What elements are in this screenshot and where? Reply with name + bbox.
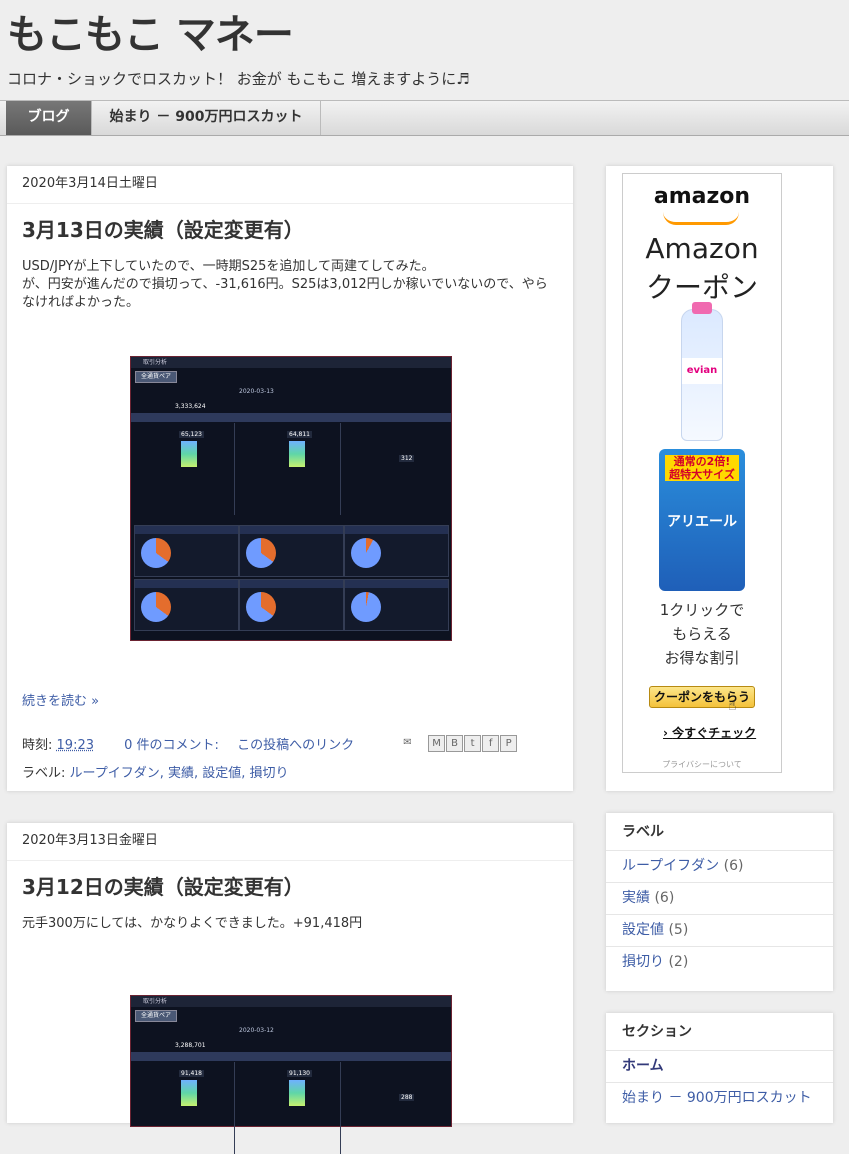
widget-title: セクション — [606, 1013, 833, 1051]
amazon-coupon-ad[interactable]: amazon Amazon クーポン evian 通常の2倍! 超特大サイズ アリエ… — [622, 173, 782, 773]
ad-text-line: 1クリックで — [659, 601, 745, 619]
swap-value: 312 — [399, 455, 415, 462]
profit-bar — [181, 441, 197, 467]
profit-bar — [181, 1080, 197, 1106]
amazon-smile-icon — [663, 212, 739, 225]
twitter-icon[interactable]: t — [464, 735, 482, 752]
pie-panel — [239, 579, 344, 631]
pie-chart — [141, 538, 171, 568]
profit-value: 64,811 — [287, 431, 312, 438]
chart-panel: 288 — [343, 1062, 446, 1154]
pie-chart — [351, 592, 381, 622]
pie-panel — [239, 525, 344, 577]
pie-chart — [246, 538, 276, 568]
label-item[interactable]: 設定値 (5) — [606, 915, 833, 947]
screenshot-titlebar: 取引分析 — [131, 996, 451, 1007]
chart-panel: 91,418 — [131, 1062, 235, 1154]
ad-headline-2: クーポン — [645, 271, 758, 304]
post-paragraph: USD/JPYが上下していたので、一時期S25を追加して両建てしてみた。 — [22, 259, 435, 274]
tab-blog[interactable]: ブログ — [6, 101, 91, 135]
post-body: USD/JPYが上下していたので、一時期S25を追加して両建てしてみた。 が、円… — [22, 258, 557, 312]
email-post-icon[interactable]: ✉ — [400, 735, 415, 750]
facebook-icon[interactable]: f — [482, 735, 500, 752]
share-buttons: ✉ MBtfP — [400, 735, 518, 754]
chart-panel: 312 — [343, 423, 446, 515]
chart-panel: 64,811 — [237, 423, 341, 515]
analysis-date: 2020-03-13 — [239, 388, 274, 395]
post-body: 元手300万にしては、かなりよくできました。+91,418円 — [22, 915, 557, 933]
profit-bar — [289, 1080, 305, 1106]
section-item-home[interactable]: ホーム — [606, 1051, 833, 1083]
ad-headline: Amazon — [645, 232, 759, 265]
chart-panel: 91,130 — [237, 1062, 341, 1154]
blog-post: 2020年3月14日土曜日 3月13日の実績（設定変更有） USD/JPYが上下… — [7, 166, 573, 791]
pie-panel — [134, 525, 239, 577]
profit-value: 65,123 — [179, 431, 204, 438]
pie-chart — [141, 592, 171, 622]
section-widget: セクション ホーム 始まり － 900万円ロスカット — [606, 1013, 833, 1123]
detergent-pack-image: 通常の2倍! 超特大サイズ アリエール — [659, 449, 745, 591]
post-date: 2020年3月13日金曜日 — [7, 823, 573, 861]
account-balance: 3,333,624 — [175, 403, 206, 410]
post-time-link[interactable]: 19:23 — [57, 738, 94, 753]
currency-pair-button: 全通貨ペア — [135, 371, 177, 383]
post-paragraph: 元手300万にしては、かなりよくできました。+91,418円 — [22, 916, 363, 931]
privacy-link[interactable]: プライバシーについて — [623, 759, 781, 770]
sidebar-ad-widget: amazon Amazon クーポン evian 通常の2倍! 超特大サイズ アリエ… — [606, 166, 833, 791]
swap-value: 288 — [399, 1094, 415, 1101]
section-item-beginning[interactable]: 始まり － 900万円ロスカット — [606, 1083, 833, 1114]
pie-panel — [134, 579, 239, 631]
post-labels: ラベル: ループイフダン, 実績, 設定値, 損切り — [22, 762, 289, 781]
tab-beginning[interactable]: 始まり － 900万円ロスカット — [91, 101, 321, 135]
trade-analysis-screenshot[interactable]: 取引分析 全通貨ペア 2020-03-12 3,288,701 91,418 9… — [130, 995, 452, 1154]
get-coupon-button[interactable]: クーポンをもらう — [649, 686, 755, 708]
profit-bar — [289, 441, 305, 467]
trade-analysis-screenshot[interactable]: 取引分析 全通貨ペア 2020-03-13 3,333,624 65,123 6… — [130, 356, 452, 641]
read-more-link[interactable]: 続きを読む » — [22, 690, 99, 709]
label-item[interactable]: ループイフダン (6) — [606, 851, 833, 883]
post-label-links[interactable]: ループイフダン, 実績, 設定値, 損切り — [70, 766, 289, 781]
blogger-icon[interactable]: B — [446, 735, 464, 752]
pie-chart — [351, 538, 381, 568]
ad-text-line: お得な割引 — [664, 649, 740, 667]
pie-panel — [344, 579, 449, 631]
analysis-date: 2020-03-12 — [239, 1027, 274, 1034]
amazon-logo: amazon — [653, 184, 751, 209]
pie-chart — [246, 592, 276, 622]
currency-pair-button: 全通貨ペア — [135, 1010, 177, 1022]
page-tabs: ブログ 始まり － 900万円ロスカット — [0, 100, 849, 136]
labels-prefix: ラベル: — [22, 766, 66, 781]
blogthis-icon[interactable]: M — [428, 735, 446, 752]
labels-widget: ラベル ループイフダン (6) 実績 (6) 設定値 (5) 損切り (2) — [606, 813, 833, 991]
screenshot-section-header — [131, 413, 451, 422]
time-label: 時刻: — [22, 738, 53, 753]
pinterest-icon[interactable]: P — [500, 735, 518, 752]
label-item[interactable]: 損切り (2) — [606, 947, 833, 978]
blog-post: 2020年3月13日金曜日 3月12日の実績（設定変更有） 元手300万にしては… — [7, 823, 573, 1154]
label-item[interactable]: 実績 (6) — [606, 883, 833, 915]
post-date: 2020年3月14日土曜日 — [7, 166, 573, 204]
post-title[interactable]: 3月13日の実績（設定変更有） — [7, 214, 304, 243]
water-bottle-image: evian — [681, 302, 723, 441]
site-description: コロナ・ショックでロスカット！ お金が もこもこ 増えますように♬ — [7, 70, 470, 88]
screenshot-section-header — [131, 1052, 451, 1061]
chart-panel: 65,123 — [131, 423, 235, 515]
post-title[interactable]: 3月12日の実績（設定変更有） — [7, 871, 304, 900]
site-title[interactable]: もこもこ マネー — [7, 2, 294, 60]
pointer-cursor-icon: ☝ — [728, 698, 737, 714]
pie-panel — [344, 525, 449, 577]
blog-header: もこもこ マネー コロナ・ショックでロスカット！ お金が もこもこ 増えますよう… — [0, 0, 849, 100]
permalink-link[interactable]: この投稿へのリンク — [237, 738, 354, 753]
profit-value: 91,130 — [287, 1070, 312, 1077]
ad-text-line: もらえる — [672, 625, 732, 643]
check-now-link[interactable]: › 今すぐチェック — [663, 724, 756, 741]
profit-value: 91,418 — [179, 1070, 204, 1077]
post-paragraph: が、円安が進んだので損切って、-31,616円。S25は3,012円しか稼いでい… — [22, 277, 548, 310]
screenshot-titlebar: 取引分析 — [131, 357, 451, 368]
widget-title: ラベル — [606, 813, 833, 851]
account-balance: 3,288,701 — [175, 1042, 206, 1049]
comments-link[interactable]: 0 件のコメント: — [124, 738, 219, 753]
